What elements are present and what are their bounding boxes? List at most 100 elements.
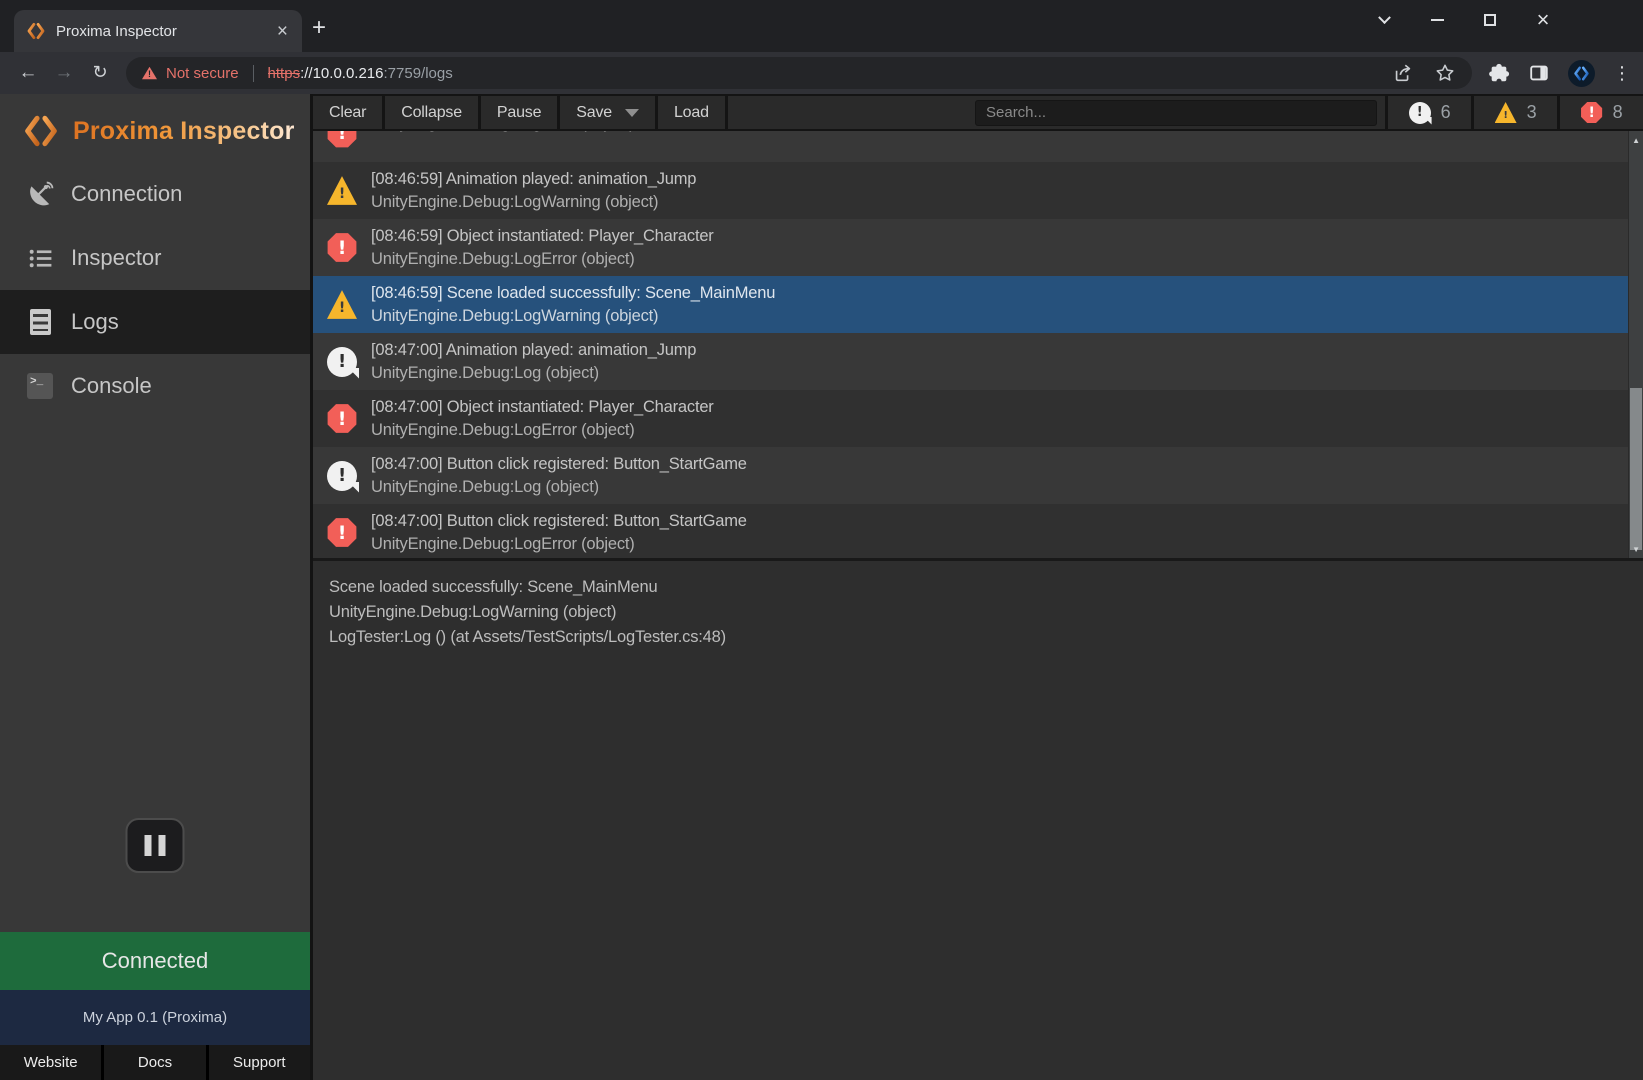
back-button[interactable] bbox=[10, 62, 46, 84]
search-input[interactable] bbox=[975, 100, 1377, 126]
info-count: 6 bbox=[1441, 102, 1451, 123]
scroll-down-arrow-icon[interactable] bbox=[1629, 542, 1643, 556]
app-title: Proxima Inspector bbox=[73, 117, 295, 146]
log-level-icon bbox=[327, 233, 357, 263]
detail-source: UnityEngine.Debug:LogWarning (object) bbox=[329, 600, 1627, 625]
log-stacktrace: UnityEngine.Debug:Log (object) bbox=[371, 476, 747, 499]
log-message: [08:47:00] Button click registered: Butt… bbox=[371, 453, 747, 476]
log-stacktrace: UnityEngine.Debug:LogError (object) bbox=[371, 533, 747, 556]
collapse-button[interactable]: Collapse bbox=[385, 96, 481, 129]
sidebar-item-label: Logs bbox=[71, 309, 119, 335]
log-entry[interactable]: UnityEngine.Debug:LogError (object) bbox=[313, 131, 1643, 162]
forward-button[interactable] bbox=[46, 62, 82, 84]
logs-panel: Clear Collapse Pause Save Load 6 3 bbox=[310, 94, 1643, 1080]
sidebar-footer: Website Docs Support bbox=[0, 1045, 310, 1080]
satellite-icon bbox=[26, 181, 54, 208]
footer-link-support[interactable]: Support bbox=[209, 1045, 310, 1080]
sidebar-item-label: Console bbox=[71, 373, 152, 399]
bookmark-star-icon[interactable] bbox=[1434, 62, 1456, 84]
url-scheme: https bbox=[268, 65, 301, 82]
clear-button[interactable]: Clear bbox=[313, 96, 385, 129]
log-level-icon bbox=[327, 461, 357, 491]
tab-strip: Proxima Inspector bbox=[0, 0, 1643, 52]
browser-menu-icon[interactable] bbox=[1613, 63, 1627, 84]
url-omnibox[interactable]: Not secure https://10.0.0.216:7759/logs bbox=[126, 57, 1472, 89]
pause-stream-button[interactable] bbox=[126, 818, 185, 873]
list-icon bbox=[26, 245, 54, 272]
log-entry[interactable]: [08:47:00] Animation played: animation_J… bbox=[313, 333, 1643, 390]
side-panel-icon[interactable] bbox=[1528, 62, 1550, 84]
log-message: [08:47:00] Button click registered: Butt… bbox=[371, 510, 747, 533]
reload-button[interactable] bbox=[82, 62, 118, 84]
scrollbar-thumb[interactable] bbox=[1630, 388, 1642, 550]
log-entry-selected[interactable]: [08:46:59] Scene loaded successfully: Sc… bbox=[313, 276, 1643, 333]
log-stacktrace: UnityEngine.Debug:LogError (object) bbox=[371, 248, 714, 271]
log-level-icon bbox=[327, 347, 357, 377]
minimize-button[interactable] bbox=[1429, 12, 1445, 28]
sidebar: Proxima Inspector Connection bbox=[0, 94, 310, 1080]
save-button[interactable]: Save bbox=[560, 96, 658, 129]
footer-link-website[interactable]: Website bbox=[0, 1045, 101, 1080]
log-message: [08:47:00] Object instantiated: Player_C… bbox=[371, 396, 714, 419]
sidebar-item-console[interactable]: Console bbox=[0, 354, 310, 418]
log-entry[interactable]: [08:46:59] Object instantiated: Player_C… bbox=[313, 219, 1643, 276]
sidebar-item-connection[interactable]: Connection bbox=[0, 162, 310, 226]
not-secure-label[interactable]: Not secure bbox=[166, 65, 239, 82]
browser-tab[interactable]: Proxima Inspector bbox=[14, 10, 302, 52]
log-stacktrace: UnityEngine.Debug:LogError (object) bbox=[371, 419, 714, 442]
close-window-button[interactable] bbox=[1535, 12, 1551, 28]
warning-count: 3 bbox=[1527, 102, 1537, 123]
tab-search-chevron-icon[interactable] bbox=[1376, 12, 1392, 28]
info-count-filter[interactable]: 6 bbox=[1385, 96, 1471, 129]
document-icon bbox=[26, 309, 54, 335]
info-bubble-icon bbox=[1409, 102, 1431, 124]
address-bar: Not secure https://10.0.0.216:7759/logs bbox=[0, 52, 1643, 94]
logs-toolbar: Clear Collapse Pause Save Load 6 3 bbox=[313, 94, 1643, 131]
log-entry[interactable]: [08:46:59] Animation played: animation_J… bbox=[313, 162, 1643, 219]
maximize-button[interactable] bbox=[1482, 12, 1498, 28]
footer-link-docs[interactable]: Docs bbox=[104, 1045, 205, 1080]
log-entry[interactable]: [08:47:00] Button click registered: Butt… bbox=[313, 504, 1643, 561]
sidebar-item-logs[interactable]: Logs bbox=[0, 290, 310, 354]
log-level-icon bbox=[327, 176, 357, 206]
log-stacktrace: UnityEngine.Debug:LogWarning (object) bbox=[371, 191, 696, 214]
extensions-puzzle-icon[interactable] bbox=[1488, 62, 1510, 84]
proxima-logo-icon bbox=[22, 112, 60, 150]
share-icon[interactable] bbox=[1392, 62, 1414, 84]
terminal-icon bbox=[26, 373, 54, 399]
detail-message: Scene loaded successfully: Scene_MainMen… bbox=[329, 575, 1627, 600]
save-dropdown-caret-icon[interactable] bbox=[625, 109, 639, 117]
log-stacktrace: UnityEngine.Debug:Log (object) bbox=[371, 362, 696, 385]
log-message: [08:46:59] Animation played: animation_J… bbox=[371, 168, 696, 191]
url-text[interactable]: https://10.0.0.216:7759/logs bbox=[268, 65, 453, 82]
log-list: UnityEngine.Debug:LogError (object) [08:… bbox=[313, 131, 1643, 561]
load-button[interactable]: Load bbox=[658, 96, 728, 129]
log-message: [08:46:59] Object instantiated: Player_C… bbox=[371, 225, 714, 248]
log-level-icon bbox=[327, 518, 357, 548]
new-tab-button[interactable] bbox=[312, 16, 326, 40]
error-count: 8 bbox=[1613, 102, 1623, 123]
log-scrollbar[interactable] bbox=[1628, 131, 1643, 558]
tab-close-icon[interactable] bbox=[275, 22, 290, 41]
log-message: [08:46:59] Scene loaded successfully: Sc… bbox=[371, 282, 775, 305]
log-stacktrace: UnityEngine.Debug:LogWarning (object) bbox=[371, 305, 775, 328]
url-separator: :// bbox=[300, 65, 313, 82]
profile-avatar[interactable] bbox=[1568, 60, 1595, 87]
pause-button[interactable]: Pause bbox=[481, 96, 560, 129]
sidebar-item-inspector[interactable]: Inspector bbox=[0, 226, 310, 290]
log-entry[interactable]: [08:47:00] Button click registered: Butt… bbox=[313, 447, 1643, 504]
sidebar-item-label: Connection bbox=[71, 181, 182, 207]
app-info-bar: My App 0.1 (Proxima) bbox=[0, 990, 310, 1045]
log-message: [08:47:00] Animation played: animation_J… bbox=[371, 339, 696, 362]
scroll-up-arrow-icon[interactable] bbox=[1629, 133, 1643, 147]
proxima-favicon-icon bbox=[26, 21, 46, 41]
app-brand: Proxima Inspector bbox=[0, 100, 310, 162]
error-count-filter[interactable]: 8 bbox=[1557, 96, 1643, 129]
connection-status-badge: Connected bbox=[0, 932, 310, 990]
warning-count-filter[interactable]: 3 bbox=[1471, 96, 1557, 129]
sidebar-item-label: Inspector bbox=[71, 245, 162, 271]
warning-triangle-icon bbox=[1495, 102, 1517, 124]
log-entry[interactable]: [08:47:00] Object instantiated: Player_C… bbox=[313, 390, 1643, 447]
error-octagon-icon bbox=[1581, 102, 1603, 124]
url-path: :7759/logs bbox=[384, 65, 453, 82]
